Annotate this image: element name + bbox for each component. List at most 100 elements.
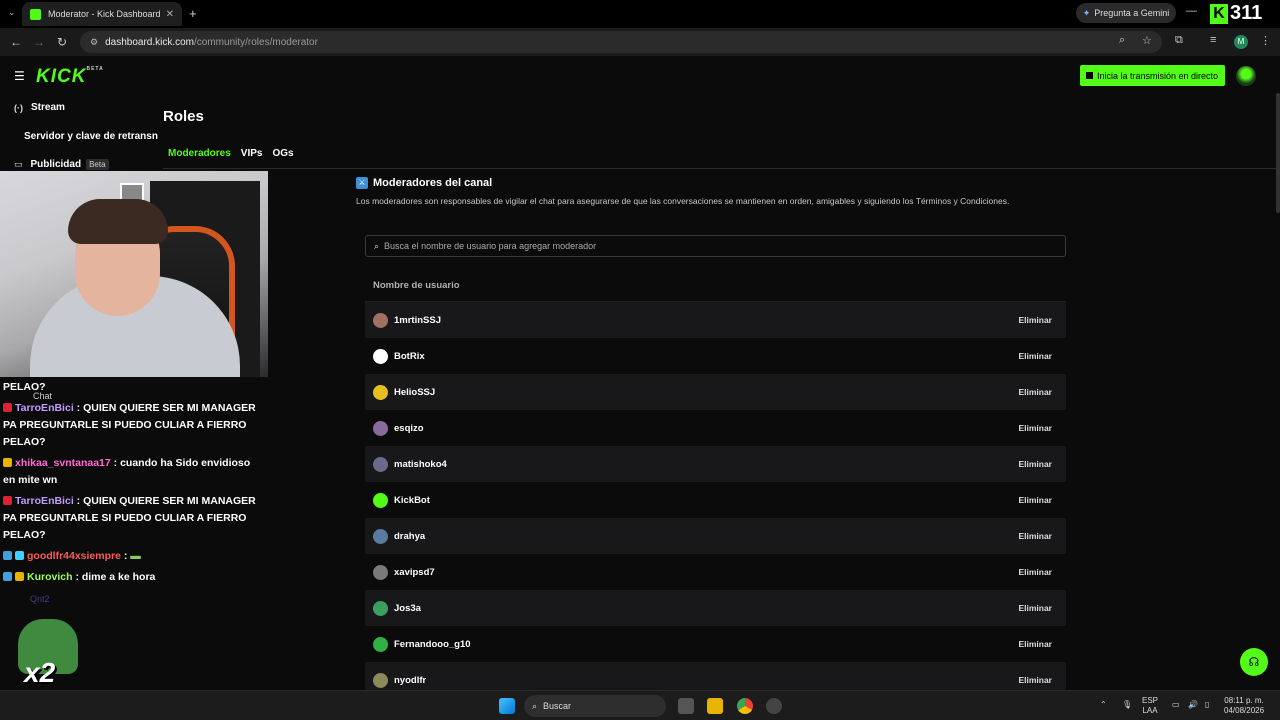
remove-moderator-button[interactable]: Eliminar (1012, 599, 1058, 617)
taskbar-search-label: Buscar (543, 701, 572, 711)
remove-moderator-button[interactable]: Eliminar (1012, 491, 1058, 509)
ad-icon: ▭ (14, 159, 23, 169)
user-badge-icon (3, 572, 12, 581)
remove-moderator-button[interactable]: Eliminar (1012, 563, 1058, 581)
minimize-icon[interactable]: — (1186, 5, 1197, 17)
user-avatar[interactable] (1236, 66, 1256, 86)
scrollbar[interactable] (1276, 93, 1280, 213)
section-description: Los moderadores son responsables de vigi… (356, 196, 1010, 206)
gemini-sparkle-icon: ✦ (1082, 7, 1091, 18)
stream-overlay-counter: K 311 (1210, 2, 1262, 25)
windows-start-icon[interactable] (499, 698, 515, 714)
webcam-person-hair (68, 199, 168, 244)
language-indicator[interactable]: ESP LAA (1142, 696, 1158, 716)
clock[interactable]: 08:11 p. m. 04/08/2026 (1224, 696, 1264, 716)
tray-overflow-icon[interactable]: ⌃ (1100, 700, 1107, 710)
go-live-button[interactable]: Inicia la transmisión en directo (1080, 65, 1225, 86)
url-path: /community/roles/moderator (194, 36, 318, 48)
chat-message: xhikaa_svntanaa17 : cuando ha Sido envid… (3, 457, 251, 486)
file-explorer-icon[interactable] (707, 698, 723, 714)
remove-moderator-button[interactable]: Eliminar (1012, 635, 1058, 653)
remove-moderator-button[interactable]: Eliminar (1012, 527, 1058, 545)
sword-icon: ⚔ (356, 177, 368, 189)
user-badge-icon (3, 403, 12, 412)
go-live-label: Inicia la transmisión en directo (1097, 70, 1219, 81)
extensions-icon[interactable]: ⧉ (1175, 34, 1183, 47)
tab-ogs[interactable]: OGs (272, 148, 293, 159)
chrome-icon[interactable] (737, 698, 753, 714)
media-icon[interactable]: ≡ (1210, 34, 1216, 46)
url-field[interactable]: ⚙ dashboard.kick.com/community/roles/mod… (80, 31, 1162, 53)
moderator-search-input[interactable]: ⌕ Busca el nombre de usuario para agrega… (365, 235, 1066, 257)
sidebar-item-server-key[interactable]: Servidor y clave de retransn (24, 131, 158, 142)
chat-message: Kurovich : dime a ke hora (3, 569, 265, 586)
moderator-avatar (373, 600, 388, 616)
moderator-username: drahya (394, 530, 426, 542)
gemini-button[interactable]: ✦ Pregunta a Gemini (1076, 3, 1176, 23)
reload-icon[interactable]: ↻ (57, 35, 67, 49)
table-row: drahya Eliminar (365, 518, 1066, 554)
page-title: Roles (163, 108, 204, 125)
browser-tab[interactable]: Moderator - Kick Dashboard ✕ (22, 2, 182, 26)
taskbar-search[interactable]: ⌕ Buscar (524, 695, 666, 717)
chat-username: TarroEnBici (15, 495, 74, 507)
obs-icon[interactable] (766, 698, 782, 714)
table-row: xavipsd7 Eliminar (365, 554, 1066, 590)
remove-moderator-button[interactable]: Eliminar (1012, 347, 1058, 365)
moderator-avatar (373, 456, 388, 472)
combo-overlay: x2 (10, 619, 90, 689)
tab-vips[interactable]: VIPs (241, 148, 263, 159)
chat-message: TarroEnBici : QUIEN QUIERE SER MI MANAGE… (3, 495, 256, 541)
moderator-username: BotRix (394, 350, 425, 362)
kick-dashboard: ☰ KICKBETA Inicia la transmisión en dire… (0, 57, 1280, 698)
moderator-avatar (373, 312, 388, 328)
windows-taskbar: ⌕ Buscar ⌃ 🎙 ESP LAA ▭ 🔊 ▯ 08:11 p. m. 04/… (0, 690, 1280, 720)
new-tab-icon[interactable]: + (189, 6, 197, 21)
moderator-avatar (373, 636, 388, 652)
battery-icon[interactable]: ▯ (1205, 700, 1209, 710)
url-host: dashboard.kick.com (105, 36, 195, 48)
browser-menu-icon[interactable]: ⋮ (1260, 34, 1271, 47)
moderator-username: nyodlfr (394, 674, 427, 686)
app-header: ☰ KICKBETA Inicia la transmisión en dire… (0, 57, 1280, 93)
moderators-table: Nombre de usuario 1mrtinSSJ Eliminar BotRi… (365, 269, 1066, 698)
back-icon[interactable]: ← (10, 35, 22, 49)
chat-message: TarroEnBici : QUIEN QUIERE SER MI MANAGE… (3, 402, 256, 448)
close-tab-icon[interactable]: ✕ (166, 9, 174, 20)
moderator-username: xavipsd7 (394, 566, 435, 578)
moderator-avatar (373, 672, 388, 688)
combo-count: x2 (24, 657, 56, 688)
chat-username: xhikaa_svntanaa17 (15, 457, 111, 469)
kick-favicon-icon (30, 8, 41, 20)
mic-icon[interactable]: 🎙 (1122, 700, 1132, 710)
chat-label: Chat (33, 391, 53, 401)
chat-username: TarroEnBici (15, 402, 74, 414)
sidebar-item-stream[interactable]: (·) Stream (14, 102, 65, 113)
zoom-icon[interactable]: ⌕ (1119, 34, 1125, 47)
forward-icon[interactable]: → (33, 35, 45, 49)
sidebar-item-ads[interactable]: ▭ Publicidad Beta (14, 159, 109, 170)
volume-icon[interactable]: 🔊 (1188, 700, 1198, 710)
chat-username: goodlfr44xsiempre (27, 550, 121, 562)
profile-avatar[interactable]: M (1234, 35, 1248, 49)
table-row: 1mrtinSSJ Eliminar (365, 302, 1066, 338)
moderator-avatar (373, 348, 388, 364)
support-chat-button[interactable]: ☊ (1240, 648, 1268, 676)
network-icon[interactable]: ▭ (1172, 700, 1180, 710)
hamburger-menu-icon[interactable]: ☰ (14, 69, 25, 83)
site-info-icon[interactable]: ⚙ (90, 37, 98, 48)
remove-moderator-button[interactable]: Eliminar (1012, 419, 1058, 437)
remove-moderator-button[interactable]: Eliminar (1012, 383, 1058, 401)
moderator-username: Fernandooo_g10 (394, 638, 471, 650)
task-view-icon[interactable] (678, 698, 694, 714)
kick-logo[interactable]: KICKBETA (36, 66, 104, 88)
remove-moderator-button[interactable]: Eliminar (1012, 455, 1058, 473)
beta-badge: Beta (86, 159, 109, 170)
tab-search-icon[interactable]: ⌄ (8, 7, 16, 18)
bookmark-star-icon[interactable]: ☆ (1142, 34, 1152, 47)
remove-moderator-button[interactable]: Eliminar (1012, 311, 1058, 329)
table-row: KickBot Eliminar (365, 482, 1066, 518)
moderator-avatar (373, 528, 388, 544)
remove-moderator-button[interactable]: Eliminar (1012, 671, 1058, 689)
tab-moderators[interactable]: Moderadores (168, 148, 231, 159)
